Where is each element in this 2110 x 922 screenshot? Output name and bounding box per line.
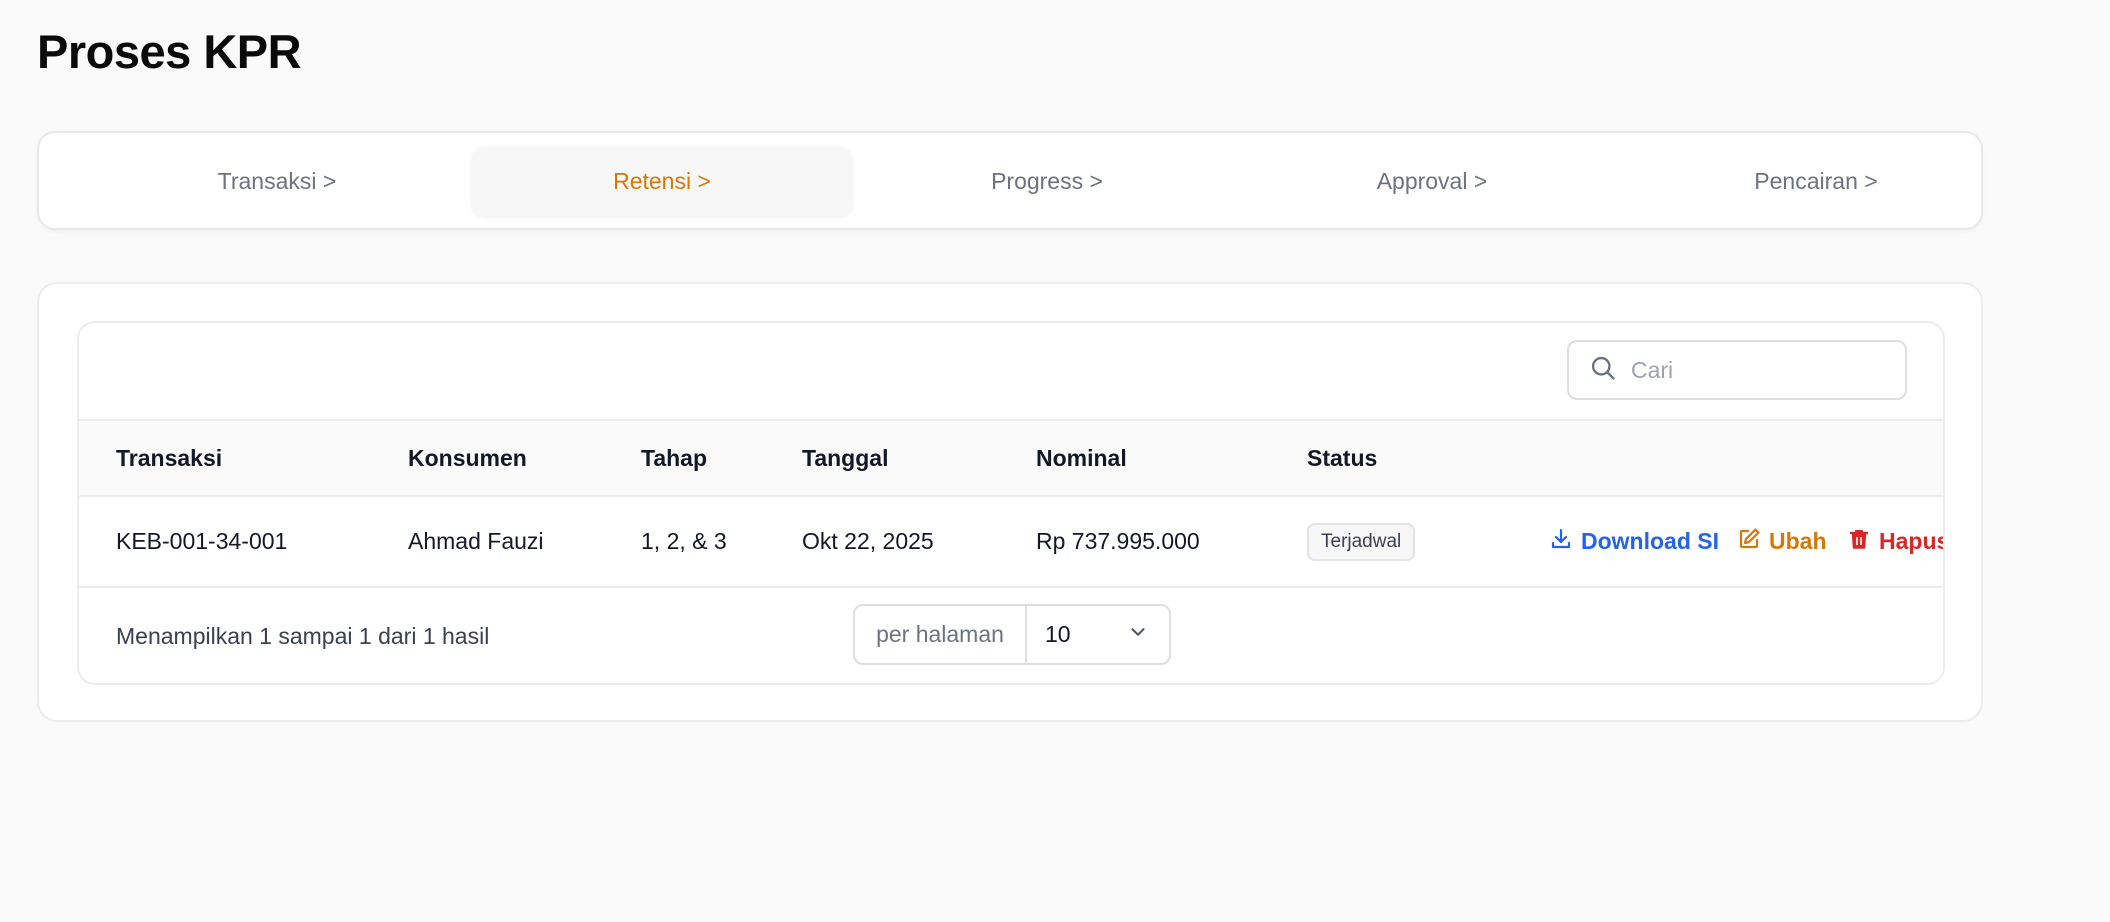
table-header: Transaksi Konsumen Tahap Tanggal Nominal… (79, 419, 1943, 497)
per-page-control: per halaman 10 (853, 604, 1171, 665)
tab-pencairan[interactable]: Pencairan > (1626, 147, 2006, 216)
search-box[interactable] (1567, 340, 1907, 400)
pagination-summary: Menampilkan 1 sampai 1 dari 1 hasil (116, 623, 490, 649)
column-header-tanggal: Tanggal (802, 444, 889, 471)
download-icon (1549, 527, 1581, 557)
delete-button[interactable]: Hapus (1847, 497, 1945, 586)
chevron-down-icon (1127, 621, 1149, 649)
cell-transaksi: KEB-001-34-001 (116, 528, 288, 554)
column-header-transaksi: Transaksi (116, 444, 223, 471)
search-input[interactable] (1631, 356, 1891, 384)
per-page-select[interactable]: 10 (1027, 606, 1169, 663)
tab-approval[interactable]: Approval > (1242, 147, 1622, 216)
cell-konsumen: Ahmad Fauzi (408, 528, 544, 554)
edit-button[interactable]: Ubah (1737, 497, 1827, 586)
cell-tanggal: Okt 22, 2025 (802, 528, 934, 554)
edit-icon (1737, 527, 1769, 557)
delete-label: Hapus (1879, 528, 1945, 554)
download-si-button[interactable]: Download SI (1549, 497, 1719, 586)
per-page-value: 10 (1045, 621, 1071, 647)
tab-transaksi[interactable]: Transaksi > (87, 147, 467, 216)
download-si-label: Download SI (1581, 528, 1719, 554)
column-header-nominal: Nominal (1036, 444, 1127, 471)
table-container: Transaksi Konsumen Tahap Tanggal Nominal… (77, 321, 1945, 685)
cell-status: Terjadwal (1307, 497, 1416, 586)
column-header-konsumen: Konsumen (408, 444, 527, 471)
table-row: KEB-001-34-001 Ahmad Fauzi 1, 2, & 3 Okt… (79, 497, 1943, 588)
cell-nominal: Rp 737.995.000 (1036, 528, 1200, 554)
tab-progress[interactable]: Progress > (857, 147, 1237, 216)
page-title: Proses KPR (37, 25, 302, 78)
page: Proses KPR Transaksi > Retensi > Progres… (0, 0, 2110, 922)
column-header-status: Status (1307, 444, 1378, 471)
per-page-label: per halaman (855, 606, 1027, 663)
cell-tahap: 1, 2, & 3 (641, 528, 727, 554)
content-card: Transaksi Konsumen Tahap Tanggal Nominal… (37, 282, 1983, 722)
search-icon (1589, 354, 1617, 387)
tab-retensi[interactable]: Retensi > (472, 147, 852, 216)
status-badge: Terjadwal (1307, 522, 1416, 561)
process-tabs: Transaksi > Retensi > Progress > Approva… (37, 131, 1983, 230)
edit-label: Ubah (1769, 528, 1827, 554)
trash-icon (1847, 527, 1879, 557)
column-header-tahap: Tahap (641, 444, 708, 471)
